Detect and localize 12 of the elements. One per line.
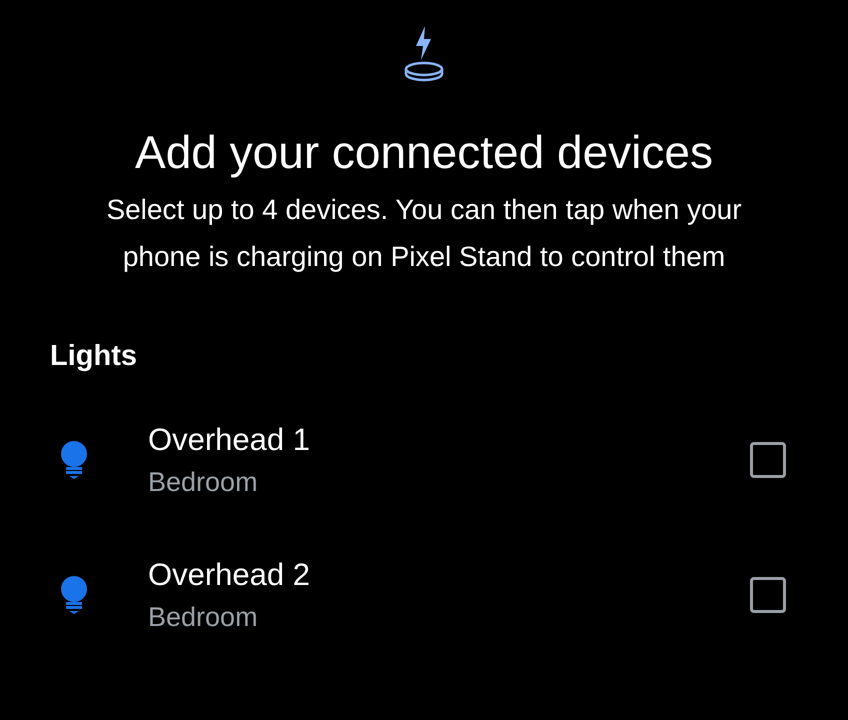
- page-description: Select up to 4 devices. You can then tap when your phone is charging on Pixel Stand to control them: [105, 193, 743, 274]
- light-bulb-icon: [58, 440, 90, 480]
- device-name: Overhead 2: [148, 556, 311, 594]
- checkbox[interactable]: [750, 442, 786, 478]
- device-room: Bedroom: [148, 466, 259, 498]
- checkbox[interactable]: [750, 576, 786, 612]
- light-bulb-icon: [58, 574, 90, 614]
- device-name: Overhead 1: [148, 420, 311, 458]
- charging-stand-icon: [402, 24, 446, 82]
- device-room: Bedroom: [148, 600, 259, 634]
- section-heading: Lights: [49, 339, 138, 374]
- page-title: Add your connected devices: [134, 125, 714, 180]
